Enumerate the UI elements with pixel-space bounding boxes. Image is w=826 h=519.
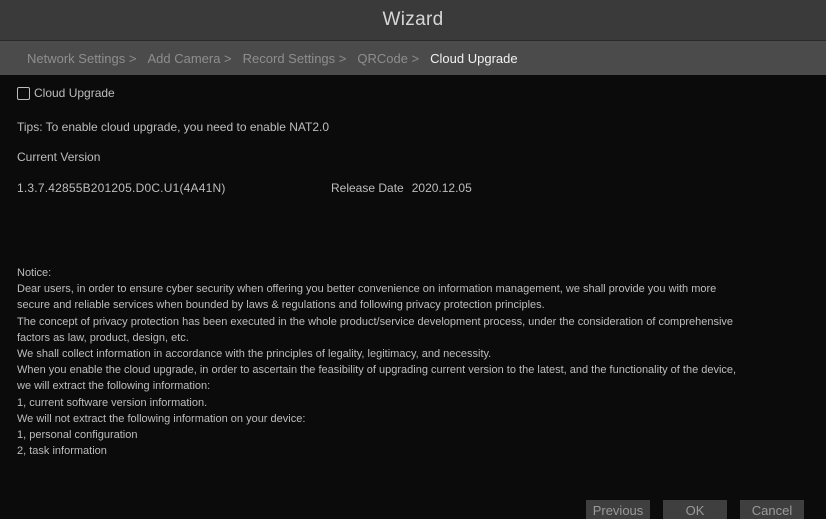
notice-line: factors as law, product, design, etc. <box>17 331 189 344</box>
tips-text: Tips: To enable cloud upgrade, you need … <box>17 120 329 134</box>
release-date-label: Release Date <box>331 181 404 195</box>
cloud-upgrade-checkbox[interactable] <box>17 86 30 100</box>
cloud-upgrade-checkbox-label[interactable]: Cloud Upgrade <box>34 86 115 100</box>
wizard-window: Wizard Network Settings > Add Camera > R… <box>0 0 826 519</box>
step-add-camera[interactable]: Add Camera > <box>147 51 231 66</box>
button-bar: Previous OK Cancel <box>0 494 826 519</box>
cloud-upgrade-panel: Cloud Upgrade Tips: To enable cloud upgr… <box>0 75 826 494</box>
window-title: Wizard <box>382 9 444 30</box>
previous-button[interactable]: Previous <box>586 500 650 519</box>
notice-line: We will not extract the following inform… <box>17 412 306 425</box>
notice-line: 1, current software version information. <box>17 396 208 409</box>
notice-line: 1, personal configuration <box>17 429 138 442</box>
version-value: 1.3.7.42855B201205.D0C.U1(4A41N) <box>17 181 226 195</box>
cloud-upgrade-checkbox-row[interactable]: Cloud Upgrade <box>17 86 115 100</box>
step-cloud-upgrade[interactable]: Cloud Upgrade <box>430 51 517 66</box>
notice-line: When you enable the cloud upgrade, in or… <box>17 364 737 377</box>
step-qrcode[interactable]: QRCode > <box>357 51 419 66</box>
current-version-label: Current Version <box>17 150 101 164</box>
step-record-settings[interactable]: Record Settings > <box>243 51 347 66</box>
notice-line: Notice: <box>17 267 52 279</box>
notice-line: secure and reliable services when bounde… <box>17 299 545 312</box>
release-date-value: 2020.12.05 <box>411 181 472 195</box>
version-row: 1.3.7.42855B201205.D0C.U1(4A41N) Release… <box>17 181 472 195</box>
ok-button[interactable]: OK <box>663 500 727 519</box>
notice-line: We shall collect information in accordan… <box>17 348 492 361</box>
notice-line: 2, task information <box>17 445 107 458</box>
wizard-steps: Network Settings > Add Camera > Record S… <box>0 41 826 75</box>
privacy-notice: Notice: Dear users, in order to ensure c… <box>17 265 823 459</box>
notice-line: Dear users, in order to ensure cyber sec… <box>17 283 717 296</box>
notice-line: we will extract the following informatio… <box>17 380 211 393</box>
title-bar: Wizard <box>0 0 826 41</box>
notice-line: The concept of privacy protection has be… <box>17 315 734 328</box>
step-network-settings[interactable]: Network Settings > <box>27 51 136 66</box>
cancel-button[interactable]: Cancel <box>740 500 804 519</box>
